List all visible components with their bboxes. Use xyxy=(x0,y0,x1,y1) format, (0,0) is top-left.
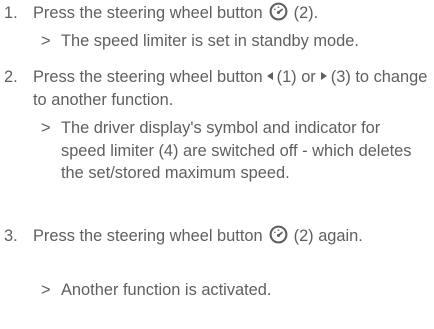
step-text: Press the steering wheel button (2) again… xyxy=(33,225,429,248)
speedometer-icon xyxy=(269,2,288,21)
result-text: Another function is activated. xyxy=(61,281,272,299)
step-text-part: Press the steering wheel button xyxy=(33,227,263,245)
step-text-part: (2) again. xyxy=(293,227,363,245)
right-arrow-icon xyxy=(320,72,327,80)
step-text-part: Press the steering wheel button xyxy=(33,4,263,22)
left-arrow-icon xyxy=(266,72,273,80)
speedometer-icon xyxy=(269,225,288,244)
step-number: 1. xyxy=(4,4,18,22)
step-number: 3. xyxy=(4,227,18,245)
instruction-list: 1. Press the steering wheel button (2). >… xyxy=(0,0,434,329)
result-text: The speed limiter is set in standby mode… xyxy=(61,32,359,50)
step-text-part: (2). xyxy=(293,4,319,22)
step-text-part: (1) or xyxy=(276,68,316,86)
result-marker: > xyxy=(41,32,51,50)
step-number: 2. xyxy=(4,68,18,86)
result-marker: > xyxy=(41,119,51,137)
step-text: Press the steering wheel button (2). xyxy=(33,2,429,25)
step-text: Press the steering wheel button (1) or (3)… xyxy=(33,66,429,111)
result-marker: > xyxy=(41,281,51,299)
step-text-part: Press the steering wheel button xyxy=(33,68,263,86)
result-text: The driver display's symbol and indicato… xyxy=(61,119,412,182)
